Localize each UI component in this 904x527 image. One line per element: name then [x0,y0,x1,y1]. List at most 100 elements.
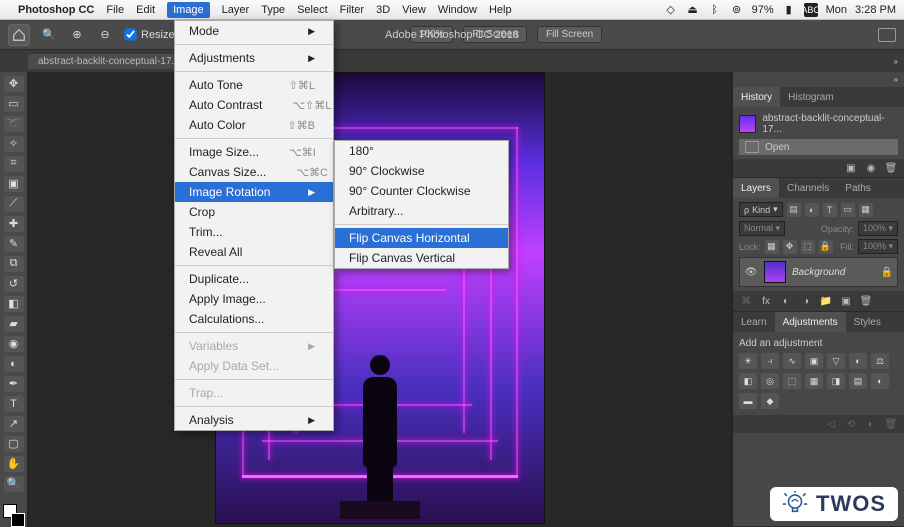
home-button[interactable] [8,24,30,46]
blend-mode-select[interactable]: Normal ▾ [739,221,785,236]
lock-pixels-icon[interactable]: ▦ [765,240,779,254]
move-tool-icon[interactable]: ✥ [4,76,24,92]
menu-image[interactable]: Image [167,2,210,18]
gradient-map-icon[interactable]: ▬ [739,393,757,409]
layer-thumbnail[interactable] [764,261,786,283]
filter-pixels-icon[interactable]: ▤ [787,203,801,217]
mi-auto-tone[interactable]: Auto Tone⇧⌘L [175,75,333,95]
new-layer-icon[interactable]: ▣ [839,294,853,308]
mi-90cw[interactable]: 90° Clockwise [335,161,508,181]
lasso-tool-icon[interactable]: ➰ [4,116,24,132]
mi-90ccw[interactable]: 90° Counter Clockwise [335,181,508,201]
eraser-tool-icon[interactable]: ◧ [4,296,24,312]
shape-tool-icon[interactable]: ▢ [4,436,24,452]
visibility-icon[interactable]: 👁 [744,265,758,279]
share-button[interactable] [878,28,896,42]
history-snapshot-row[interactable]: abstract-backlit-conceptual-17... [739,111,898,137]
new-snapshot-icon[interactable]: ▣ [844,162,858,174]
vibrance-icon[interactable]: ▽ [827,353,845,369]
filter-adjust-icon[interactable]: ◐ [805,203,819,217]
menu-layer[interactable]: Layer [222,4,250,16]
dodge-tool-icon[interactable]: ◐ [4,356,24,372]
tab-styles[interactable]: Styles [846,312,889,332]
brush-tool-icon[interactable]: ✎ [4,236,24,252]
filter-smart-icon[interactable]: ▦ [859,203,873,217]
marquee-tool-icon[interactable]: ▭ [4,96,24,112]
panel-collapse-icon[interactable] [894,74,898,85]
type-tool-icon[interactable]: T [4,396,24,412]
mi-duplicate[interactable]: Duplicate... [175,269,333,289]
menu-window[interactable]: Window [438,4,477,16]
menu-file[interactable]: File [106,4,124,16]
lock-artboard-icon[interactable]: ⬚ [801,240,815,254]
tab-layers[interactable]: Layers [733,178,779,198]
curves-icon[interactable]: ∿ [783,353,801,369]
mi-mode[interactable]: Mode▶ [175,21,333,41]
layer-background[interactable]: 👁 Background 🔒 [739,257,898,287]
posterize-icon[interactable]: ▤ [849,373,867,389]
photo-filter-icon[interactable]: ◎ [761,373,779,389]
zoom-tool[interactable]: 🔍 [4,476,24,492]
quick-select-tool-icon[interactable]: ✧ [4,136,24,152]
foreground-background-swatch[interactable] [3,504,25,526]
tab-overflow-icon[interactable] [894,55,898,67]
mi-flip-horizontal[interactable]: Flip Canvas Horizontal [335,228,508,248]
menu-select[interactable]: Select [297,4,328,16]
zoom-out-icon[interactable]: ⊖ [96,26,114,44]
color-balance-icon[interactable]: ⚖ [871,353,889,369]
bw-icon[interactable]: ◧ [739,373,757,389]
selective-color-icon[interactable]: ◆ [761,393,779,409]
color-lookup-icon[interactable]: ▦ [805,373,823,389]
delete-layer-icon[interactable]: 🗑 [859,294,873,308]
tab-history[interactable]: History [733,87,780,107]
path-tool-icon[interactable]: ↗ [4,416,24,432]
healing-tool-icon[interactable]: ✚ [4,216,24,232]
menu-type[interactable]: Type [261,4,285,16]
battery-icon[interactable]: ▮ [782,3,796,17]
mi-canvas-size[interactable]: Canvas Size...⌥⌘C [175,162,333,182]
filter-shape-icon[interactable]: ▭ [841,203,855,217]
brightness-icon[interactable]: ☀ [739,353,757,369]
eyedropper-tool-icon[interactable]: ⟋ [4,196,24,212]
opacity-value[interactable]: 100% ▾ [858,221,898,236]
levels-icon[interactable]: ⫞ [761,353,779,369]
zoom-in-icon[interactable]: ⊕ [68,26,86,44]
hand-tool-icon[interactable]: ✋ [4,456,24,472]
lock-all-icon[interactable]: 🔒 [819,240,833,254]
history-state-open[interactable]: Open [739,139,898,155]
mi-arbitrary[interactable]: Arbitrary... [335,201,508,221]
pen-tool-icon[interactable]: ✒ [4,376,24,392]
mask-icon[interactable]: ◐ [779,294,793,308]
mi-trim[interactable]: Trim... [175,222,333,242]
camera-icon[interactable]: ◉ [864,162,878,174]
tab-paths[interactable]: Paths [837,178,879,198]
mi-image-rotation[interactable]: Image Rotation▶ [175,182,333,202]
menu-help[interactable]: Help [489,4,512,16]
layer-filter-kind[interactable]: ρ Kind ▾ [739,202,783,217]
wifi-icon[interactable]: ⊚ [730,3,744,17]
bluetooth-icon[interactable]: ᛒ [708,3,722,17]
mi-flip-vertical[interactable]: Flip Canvas Vertical [335,248,508,268]
mi-analysis[interactable]: Analysis▶ [175,410,333,430]
invert-icon[interactable]: ◨ [827,373,845,389]
channel-mixer-icon[interactable]: ⬚ [783,373,801,389]
threshold-icon[interactable]: ◐ [871,373,889,389]
mi-crop[interactable]: Crop [175,202,333,222]
mi-calculations[interactable]: Calculations... [175,309,333,329]
mi-auto-color[interactable]: Auto Color⇧⌘B [175,115,333,135]
menu-view[interactable]: View [402,4,426,16]
menu-3d[interactable]: 3D [376,4,390,16]
frame-tool-icon[interactable]: ▣ [4,176,24,192]
mi-reveal-all[interactable]: Reveal All [175,242,333,262]
mi-apply-image[interactable]: Apply Image... [175,289,333,309]
filter-type-icon[interactable]: T [823,203,837,217]
mi-180[interactable]: 180° [335,141,508,161]
mi-auto-contrast[interactable]: Auto Contrast⌥⇧⌘L [175,95,333,115]
mi-adjustments[interactable]: Adjustments▶ [175,48,333,68]
fill-value[interactable]: 100% ▾ [858,239,898,254]
crop-tool-icon[interactable]: ⌗ [4,156,24,172]
background-color-swatch[interactable] [11,513,25,527]
tab-histogram[interactable]: Histogram [780,87,842,107]
stamp-tool-icon[interactable]: ⧉ [4,256,24,272]
tab-channels[interactable]: Channels [779,178,837,198]
